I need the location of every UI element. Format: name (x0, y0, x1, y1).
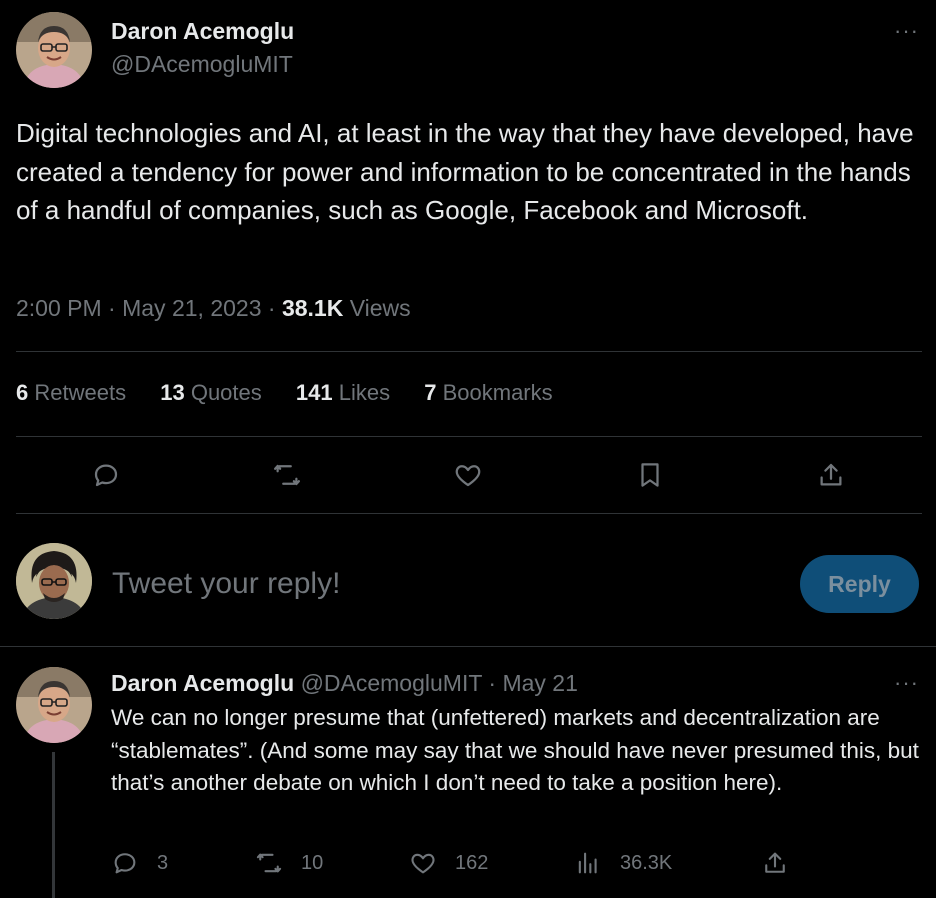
thread-like-button[interactable]: 162 (409, 849, 488, 877)
reply-input[interactable] (112, 562, 772, 606)
stat-retweets[interactable]: 6 Retweets (16, 380, 126, 405)
author-avatar[interactable] (16, 12, 92, 88)
stat-likes[interactable]: 141 Likes (296, 380, 390, 405)
thread-connector-line (52, 752, 55, 898)
thread-views-button[interactable]: 36.3K (574, 849, 672, 877)
thread-like-count: 162 (455, 851, 489, 874)
share-icon (765, 852, 785, 873)
thread-retweet-count: 10 (301, 851, 324, 874)
thread-author-avatar[interactable] (16, 667, 92, 743)
more-options-icon[interactable]: ··· (894, 18, 919, 44)
thread-author-name[interactable]: Daron Acemoglu (111, 670, 294, 696)
bookmark-icon (641, 463, 659, 487)
thread-author-handle[interactable]: @DAcemogluMIT (301, 670, 482, 696)
reply-icon (94, 464, 118, 487)
views-count: 38.1K (281, 295, 344, 321)
author-handle[interactable]: @DAcemogluMIT (111, 51, 293, 78)
heart-icon (411, 853, 435, 874)
engagement-stats: 6 Retweets 13 Quotes 141 Likes 7 Bookmar… (16, 380, 581, 406)
tweet-text: Digital technologies and AI, at least in… (16, 118, 914, 225)
reply-submit-button[interactable]: Reply (800, 555, 919, 613)
thread-share-button[interactable] (761, 849, 789, 877)
retweet-icon (274, 464, 300, 486)
retweet-button[interactable] (270, 458, 304, 492)
divider (0, 646, 936, 647)
stat-quotes[interactable]: 13 Quotes (160, 380, 262, 405)
bookmark-button[interactable] (633, 458, 667, 492)
tweet-date[interactable]: May 21, 2023 (122, 295, 261, 321)
current-user-avatar[interactable] (16, 543, 92, 619)
divider (16, 513, 922, 514)
thread-views-count: 36.3K (620, 851, 673, 874)
thread-retweet-button[interactable]: 10 (255, 849, 323, 877)
divider (16, 436, 922, 437)
share-icon (820, 463, 842, 486)
like-button[interactable] (451, 458, 485, 492)
tweet-time[interactable]: 2:00 PM (16, 295, 102, 321)
share-button[interactable] (814, 458, 848, 492)
meta-separator: · (267, 295, 276, 321)
author-name[interactable]: Daron Acemoglu (111, 18, 294, 45)
tweet-meta: 2:00 PM · May 21, 2023 · 38.1K Views (16, 295, 411, 322)
divider (16, 351, 922, 352)
thread-header: Daron Acemoglu @DAcemogluMIT · May 21 (111, 670, 578, 697)
views-label: Views (349, 295, 411, 321)
retweet-icon (256, 853, 282, 873)
heart-icon (455, 465, 481, 487)
reply-icon (114, 853, 136, 874)
meta-separator: · (108, 295, 116, 321)
stat-bookmarks[interactable]: 7 Bookmarks (424, 380, 552, 405)
thread-separator: · (488, 670, 497, 696)
reply-button[interactable] (89, 458, 123, 492)
thread-text: We can no longer presume that (unfettere… (111, 705, 919, 795)
thread-date[interactable]: May 21 (502, 670, 577, 696)
thread-reply-count: 3 (157, 851, 169, 874)
analytics-icon (578, 852, 597, 874)
thread-more-options-icon[interactable]: ··· (894, 670, 919, 696)
thread-reply-button[interactable]: 3 (111, 849, 168, 877)
